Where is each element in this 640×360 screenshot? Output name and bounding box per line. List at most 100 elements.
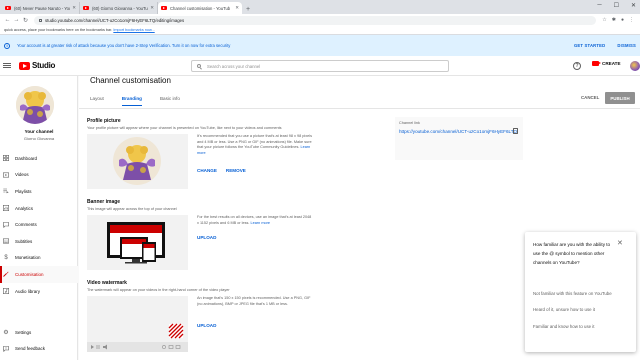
- url-field[interactable]: studio.youtube.com/channel/UCT-uzCo1omjF…: [34, 15, 597, 25]
- survey-option[interactable]: Heard of it, unsure how to use it: [533, 306, 629, 314]
- browser-tab-label: Channel customisation - YouTub: [170, 5, 231, 11]
- sidebar-item-label: Customisation: [15, 271, 44, 277]
- get-started-button[interactable]: GET STARTED: [574, 43, 605, 48]
- reload-icon[interactable]: ↻: [21, 17, 30, 24]
- browser-tab-active[interactable]: Channel customisation - YouTub ✕: [158, 2, 242, 14]
- videos-icon: [3, 172, 9, 178]
- profile-icon[interactable]: ●: [621, 17, 624, 23]
- tab-layout[interactable]: Layout: [90, 96, 104, 106]
- survey-option[interactable]: Familiar and know how to use it: [533, 323, 629, 331]
- sidebar-item-comments[interactable]: Comments: [0, 216, 78, 233]
- publish-button[interactable]: PUBLISH: [605, 92, 635, 104]
- help-icon[interactable]: ?: [573, 62, 581, 70]
- dismiss-button[interactable]: DISMISS: [617, 43, 636, 48]
- feedback-icon: [3, 346, 9, 352]
- dashboard-icon: [3, 155, 9, 162]
- browser-tab[interactable]: (60) Giorno Giovanna - YouTube ✕: [80, 2, 158, 14]
- sidebar-item-monetisation[interactable]: $ Monetisation: [0, 250, 78, 267]
- learn-more-link[interactable]: Learn more: [251, 221, 270, 225]
- info-icon: i: [4, 42, 10, 49]
- create-button[interactable]: CREATE: [592, 61, 621, 66]
- close-icon[interactable]: ✕: [617, 239, 623, 247]
- profile-picture-image: [87, 134, 188, 189]
- monetisation-icon: $: [4, 254, 8, 261]
- sidebar-item-label: Analytics: [15, 205, 34, 211]
- search-placeholder: Search across your channel: [207, 63, 261, 69]
- maximize-icon[interactable]: ☐: [614, 2, 619, 9]
- alert-message: Your account is at greater risk of attac…: [17, 43, 231, 48]
- section-description: Your profile picture will appear where y…: [87, 126, 282, 130]
- banner-image-section: Banner image This image will appear acro…: [87, 199, 177, 211]
- change-button[interactable]: CHANGE: [197, 168, 217, 173]
- survey-options: Not familiar with this feature on YouTub…: [533, 290, 629, 340]
- tab-basic-info[interactable]: Basic info: [160, 96, 180, 106]
- sidebar-item-customisation[interactable]: Customisation: [0, 266, 78, 283]
- watermark-actions: UPLOAD: [197, 323, 216, 328]
- profile-help-text: It's recommended that you use a picture …: [197, 134, 312, 150]
- hamburger-menu-icon[interactable]: [3, 63, 11, 68]
- survey-option[interactable]: Not familiar with this feature on YouTub…: [533, 290, 629, 298]
- channel-link-url[interactable]: https://youtube.com/channel/UCT-uzCo1omj…: [399, 128, 519, 135]
- close-tab-icon[interactable]: ✕: [72, 5, 76, 11]
- sidebar-item-label: Comments: [15, 222, 37, 228]
- url-text: studio.youtube.com/channel/UCT-uzCo1omjF…: [45, 17, 185, 23]
- close-tab-icon[interactable]: ✕: [150, 5, 154, 11]
- browser-tab-label: (60) Giorno Giovanna - YouTube: [92, 5, 149, 11]
- sidebar-channel-name: Giorno Giovanna: [23, 136, 55, 141]
- account-avatar[interactable]: [630, 61, 640, 71]
- youtube-favicon-icon: [161, 6, 167, 10]
- banner-image-preview: [87, 215, 188, 270]
- minimize-icon[interactable]: ─: [597, 2, 601, 9]
- new-tab-button[interactable]: +: [246, 6, 250, 13]
- address-bar: ← → ↻ studio.youtube.com/channel/UCT-uzC…: [0, 14, 640, 26]
- forward-arrow-icon[interactable]: →: [12, 17, 21, 23]
- watermark-help-text: An image that's 150 x 150 pixels is reco…: [197, 296, 311, 306]
- lock-icon: [39, 18, 42, 22]
- channel-avatar[interactable]: [16, 86, 54, 124]
- video-player-illustration: [87, 296, 188, 352]
- search-input[interactable]: Search across your channel: [191, 60, 449, 72]
- import-bookmarks-link[interactable]: Import bookmarks now...: [113, 28, 154, 32]
- video-watermark-section: Video watermark The watermark will appea…: [87, 280, 230, 292]
- playlists-icon: [3, 188, 9, 194]
- menu-dots-icon[interactable]: ⋮: [629, 17, 634, 23]
- window-controls: ─ ☐ ✕: [597, 2, 636, 9]
- sidebar-bottom-nav: ⚙ Settings Send feedback: [0, 324, 78, 357]
- survey-popup: How familiar are you with the ability to…: [525, 232, 636, 352]
- section-title: Video watermark: [87, 280, 127, 286]
- sidebar-item-videos[interactable]: Videos: [0, 167, 78, 184]
- customisation-tabs: Layout Branding Basic info: [90, 96, 198, 106]
- cancel-button[interactable]: CANCEL: [581, 95, 599, 100]
- sidebar-item-send-feedback[interactable]: Send feedback: [0, 341, 78, 358]
- studio-logo[interactable]: Studio: [19, 61, 55, 70]
- sidebar-item-analytics[interactable]: Analytics: [0, 200, 78, 217]
- sidebar-channel-title: Your channel: [24, 129, 54, 134]
- profile-picture-help: It's recommended that you use a picture …: [197, 134, 313, 156]
- tab-branding[interactable]: Branding: [121, 96, 142, 106]
- studio-wordmark: Studio: [32, 61, 56, 70]
- back-arrow-icon[interactable]: ←: [3, 17, 12, 23]
- watermark-preview: [87, 296, 188, 352]
- sidebar-item-settings[interactable]: ⚙ Settings: [0, 324, 78, 341]
- page-title: Channel customisation: [90, 76, 171, 85]
- sidebar-item-dashboard[interactable]: Dashboard: [0, 150, 78, 167]
- youtube-favicon-icon: [83, 6, 89, 10]
- upload-banner-button[interactable]: UPLOAD: [197, 235, 216, 240]
- customisation-icon: [3, 271, 9, 278]
- copy-icon[interactable]: [513, 128, 518, 134]
- extensions-icon[interactable]: ✱: [612, 17, 616, 23]
- star-icon[interactable]: ☆: [602, 17, 606, 23]
- sidebar-item-playlists[interactable]: Playlists: [0, 183, 78, 200]
- sidebar-item-label: Send feedback: [15, 346, 46, 352]
- remove-button[interactable]: REMOVE: [226, 168, 246, 173]
- browser-tab[interactable]: (60) Never Pause Naruto - YouT ✕: [2, 2, 80, 14]
- upload-watermark-button[interactable]: UPLOAD: [197, 323, 216, 328]
- close-tab-icon[interactable]: ✕: [235, 5, 239, 11]
- section-description: This image will appear across the top of…: [87, 207, 177, 211]
- sidebar: Your channel Giorno Giovanna Dashboard V…: [0, 76, 78, 360]
- bookmark-hint: quick access, place your bookmarks here …: [4, 28, 113, 32]
- giorno-avatar-image: [16, 86, 54, 124]
- sidebar-item-audio-library[interactable]: Audio library: [0, 283, 78, 300]
- close-window-icon[interactable]: ✕: [631, 2, 636, 9]
- sidebar-item-subtitles[interactable]: Subtitles: [0, 233, 78, 250]
